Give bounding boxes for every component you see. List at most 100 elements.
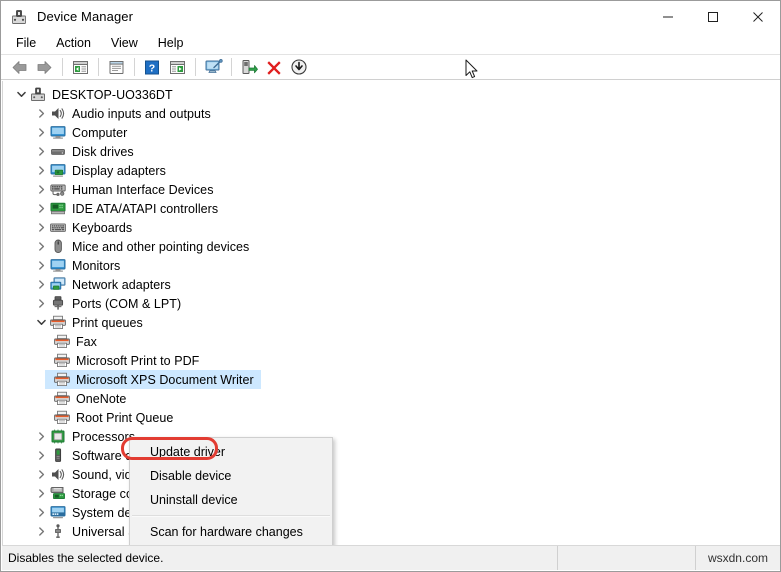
device-tree: DESKTOP-UO336DT Audio inputs and outputs <box>3 81 780 541</box>
update-driver-icon[interactable] <box>237 56 261 78</box>
monitor-icon <box>49 124 67 141</box>
printer-icon <box>53 390 71 407</box>
chevron-right-icon[interactable] <box>33 294 49 313</box>
ide-controller-icon <box>49 200 67 217</box>
context-menu-item-uninstall-device[interactable]: Uninstall device <box>130 488 332 512</box>
tree-item-human-interface-devices[interactable]: Human Interface Devices <box>3 180 780 199</box>
tree-item-ports-com-and-lpt[interactable]: Ports (COM & LPT) <box>3 294 780 313</box>
minimize-button[interactable] <box>645 1 690 32</box>
chevron-right-icon[interactable] <box>33 275 49 294</box>
chevron-right-icon[interactable] <box>33 104 49 123</box>
tree-item-root-print-queue[interactable]: Root Print Queue <box>3 408 780 427</box>
tree-item-computer[interactable]: Computer <box>3 123 780 142</box>
tree-item-software-devices[interactable]: Software devices <box>3 446 780 465</box>
chevron-right-icon[interactable] <box>33 218 49 237</box>
tree-item-fax[interactable]: Fax <box>3 332 780 351</box>
uninstall-device-icon[interactable] <box>262 56 286 78</box>
chevron-down-icon[interactable] <box>33 313 49 332</box>
tree-item-label: Microsoft XPS Document Writer <box>76 372 254 387</box>
window-title: Device Manager <box>37 9 134 24</box>
chevron-right-icon[interactable] <box>33 142 49 161</box>
tree-root-item[interactable]: DESKTOP-UO336DT <box>3 85 780 104</box>
tree-item-display-adapters[interactable]: Display adapters <box>3 161 780 180</box>
tree-item-disk-drives[interactable]: Disk drives <box>3 142 780 161</box>
tree-item-label: Network adapters <box>72 277 171 292</box>
tree-item-universal-serial-bus-controllers[interactable]: Universal Serial Bus controllers <box>3 522 780 541</box>
chevron-down-icon[interactable] <box>13 85 29 104</box>
tree-item-label: IDE ATA/ATAPI controllers <box>72 201 219 216</box>
tree-item-label: Keyboards <box>72 220 133 235</box>
chevron-right-icon[interactable] <box>33 465 49 484</box>
tree-item-label: Display adapters <box>72 163 166 178</box>
tree-item-label: Root Print Queue <box>76 410 174 425</box>
tree-item-label: Disk drives <box>72 144 134 159</box>
context-menu-item-disable-device[interactable]: Disable device <box>130 464 332 488</box>
window-controls <box>645 1 780 32</box>
context-menu-item-scan-for-hardware-changes[interactable]: Scan for hardware changes <box>130 520 332 544</box>
forward-icon[interactable] <box>32 56 56 78</box>
menu-bar: File Action View Help <box>1 32 780 54</box>
disable-device-icon[interactable] <box>287 56 311 78</box>
chevron-right-icon[interactable] <box>33 427 49 446</box>
chevron-right-icon[interactable] <box>33 522 49 541</box>
properties-icon[interactable] <box>104 56 128 78</box>
back-icon[interactable] <box>7 56 31 78</box>
chevron-right-icon[interactable] <box>33 484 49 503</box>
processor-icon <box>49 428 67 445</box>
show-hide-console-tree-icon[interactable] <box>68 56 92 78</box>
chevron-right-icon[interactable] <box>33 446 49 465</box>
tree-item-print-queues[interactable]: Print queues <box>3 313 780 332</box>
context-menu-item-label: Update driver <box>150 445 226 459</box>
context-menu[interactable]: Update driver Disable device Uninstall d… <box>121 437 333 545</box>
tree-item-label: Fax <box>76 334 97 349</box>
close-button[interactable] <box>735 1 780 32</box>
tree-item-microsoft-print-to-pdf[interactable]: Microsoft Print to PDF <box>3 351 780 370</box>
chevron-right-icon[interactable] <box>33 161 49 180</box>
tree-item-storage-controllers[interactable]: Storage controllers <box>3 484 780 503</box>
monitor-icon <box>49 257 67 274</box>
tree-item-audio-inputs-and-outputs[interactable]: Audio inputs and outputs <box>3 104 780 123</box>
tree-item-onenote[interactable]: OneNote <box>3 389 780 408</box>
chevron-right-icon[interactable] <box>33 123 49 142</box>
port-icon <box>49 295 67 312</box>
tree-item-keyboards[interactable]: Keyboards <box>3 218 780 237</box>
device-manager-icon <box>10 8 28 26</box>
network-adapter-icon <box>49 276 67 293</box>
chevron-right-icon[interactable] <box>33 503 49 522</box>
printer-icon <box>53 371 71 388</box>
chevron-right-icon[interactable] <box>33 256 49 275</box>
device-tree-panel[interactable]: DESKTOP-UO336DT Audio inputs and outputs <box>2 81 780 545</box>
tree-item-selected-device[interactable]: Microsoft XPS Document Writer <box>3 370 780 389</box>
maximize-button[interactable] <box>690 1 735 32</box>
tree-item-monitors[interactable]: Monitors <box>3 256 780 275</box>
tree-item-sound-video-and-game-controllers[interactable]: Sound, video and game controllers <box>3 465 780 484</box>
software-device-icon <box>49 447 67 464</box>
toolbar-separator-1 <box>62 58 63 76</box>
context-menu-item-update-driver[interactable]: Update driver <box>121 437 332 464</box>
menu-action[interactable]: Action <box>47 34 100 52</box>
context-menu-item-label: Uninstall device <box>150 493 238 507</box>
help-icon[interactable]: ? <box>140 56 164 78</box>
chevron-right-icon[interactable] <box>33 180 49 199</box>
tree-item-network-adapters[interactable]: Network adapters <box>3 275 780 294</box>
status-bar: Disables the selected device. wsxdn.com <box>2 545 780 570</box>
action-menu-icon[interactable] <box>165 56 189 78</box>
chevron-right-icon[interactable] <box>33 199 49 218</box>
speaker-icon <box>49 466 67 483</box>
tree-item-mice-and-other-pointing-devices[interactable]: Mice and other pointing devices <box>3 237 780 256</box>
tree-item-label: Computer <box>72 125 128 140</box>
tree-item-label: Human Interface Devices <box>72 182 214 197</box>
tree-item-system-devices[interactable]: System devices <box>3 503 780 522</box>
chevron-right-icon[interactable] <box>33 237 49 256</box>
tree-item-ide-ata-atapi-controllers[interactable]: IDE ATA/ATAPI controllers <box>3 199 780 218</box>
menu-help[interactable]: Help <box>149 34 193 52</box>
status-middle-pane <box>557 546 695 570</box>
tree-root-label: DESKTOP-UO336DT <box>52 87 173 102</box>
toolbar-separator-2 <box>98 58 99 76</box>
printer-icon <box>53 352 71 369</box>
device-manager-window: Device Manager File Action View Help ? D… <box>0 0 781 572</box>
menu-file[interactable]: File <box>7 34 45 52</box>
tree-item-processors[interactable]: Processors <box>3 427 780 446</box>
menu-view[interactable]: View <box>102 34 147 52</box>
scan-hardware-changes-icon[interactable] <box>201 56 225 78</box>
